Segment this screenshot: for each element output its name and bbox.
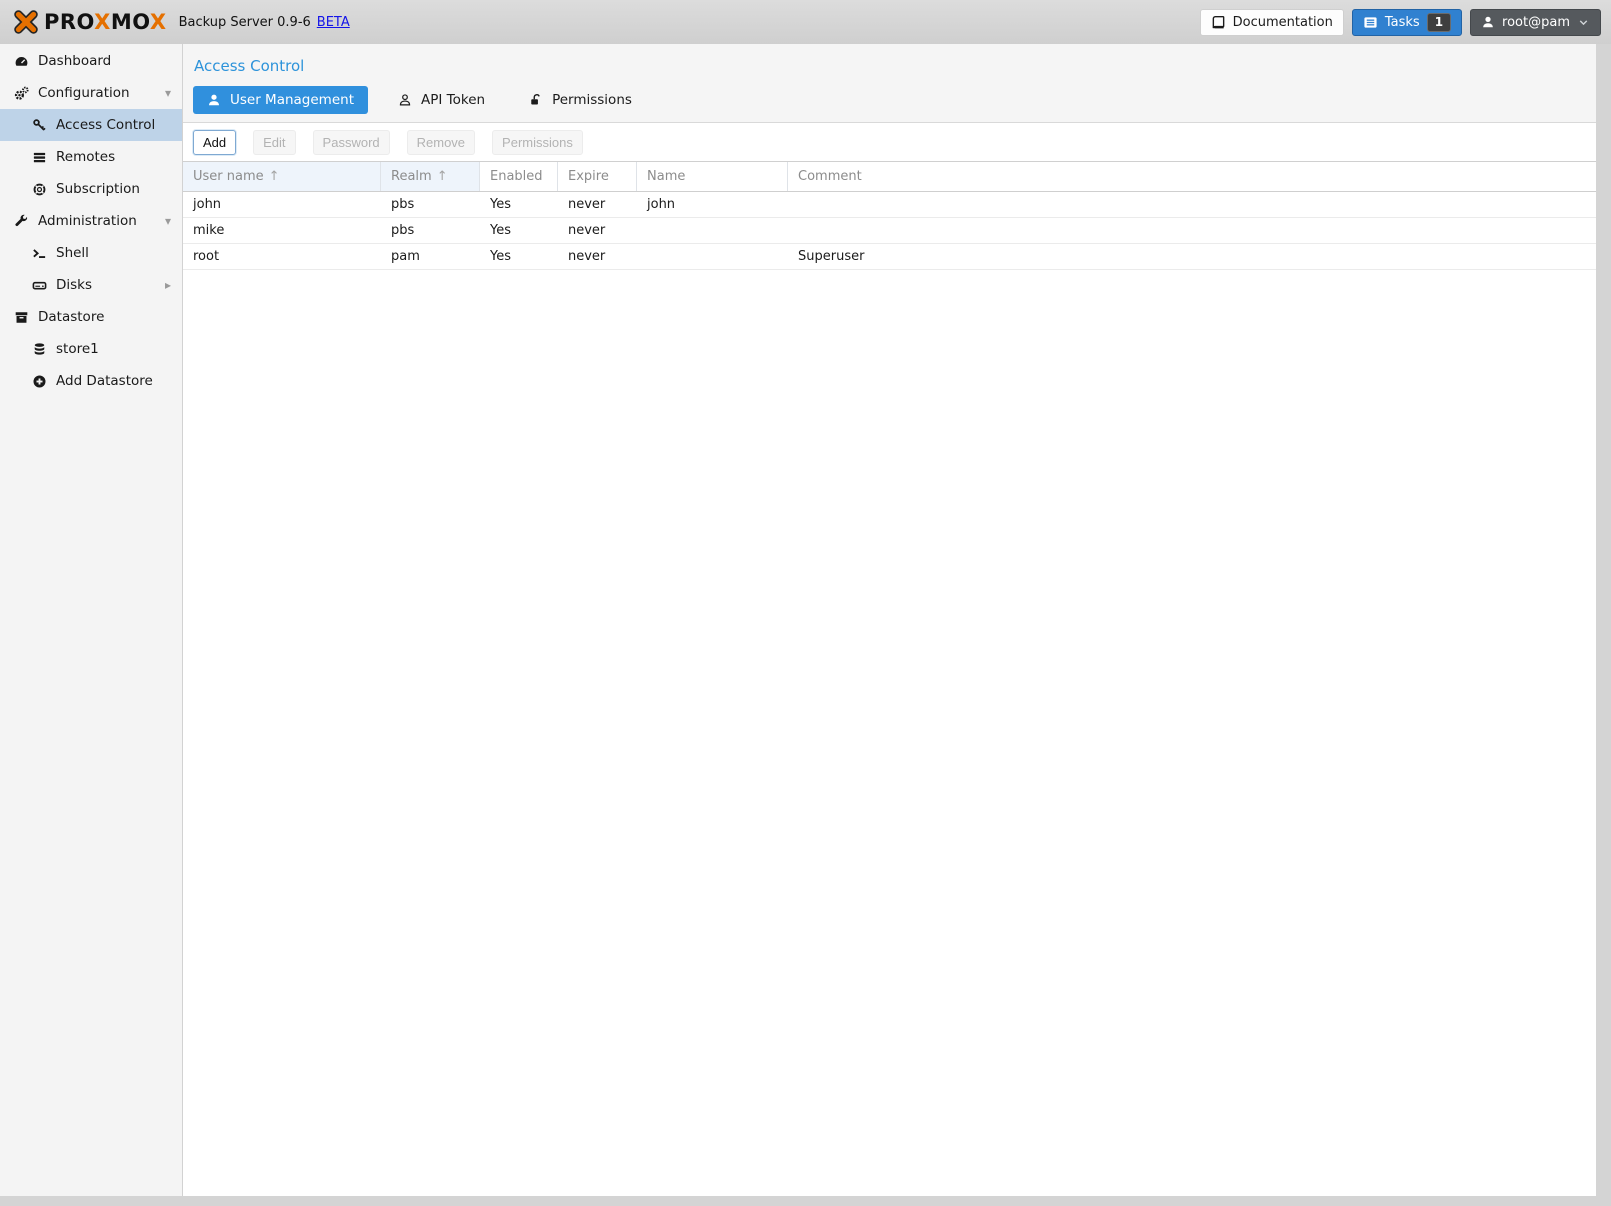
tasks-count-badge: 1 bbox=[1427, 13, 1451, 32]
column-header-comment[interactable]: Comment bbox=[788, 162, 1596, 191]
password-button: Password bbox=[313, 130, 390, 155]
column-header-enabled[interactable]: Enabled bbox=[480, 162, 558, 191]
sidebar-item-datastore[interactable]: Datastore bbox=[0, 301, 182, 333]
sidebar-item-shell[interactable]: Shell bbox=[0, 237, 182, 269]
sidebar-item-label: store1 bbox=[56, 341, 99, 357]
unlock-icon bbox=[529, 93, 543, 107]
tasks-button[interactable]: Tasks 1 bbox=[1352, 9, 1462, 36]
documentation-button[interactable]: Documentation bbox=[1200, 9, 1344, 36]
tab-label: Permissions bbox=[552, 92, 632, 108]
sidebar-item-access-control[interactable]: Access Control bbox=[0, 109, 182, 141]
documentation-label: Documentation bbox=[1233, 15, 1333, 30]
cogs-icon bbox=[11, 86, 31, 101]
user-menu-button[interactable]: root@pam bbox=[1470, 9, 1601, 36]
column-header-name[interactable]: Name bbox=[637, 162, 788, 191]
sort-ascending-icon: ↑ bbox=[437, 169, 448, 184]
sidebar-item-label: Subscription bbox=[56, 181, 140, 197]
sidebar-item-dashboard[interactable]: Dashboard bbox=[0, 45, 182, 77]
sidebar-item-label: Remotes bbox=[56, 149, 115, 165]
panel-header: Access Control User Management bbox=[183, 44, 1596, 123]
tab-bar: User Management API Token bbox=[183, 86, 1596, 122]
tab-api-token[interactable]: API Token bbox=[384, 86, 499, 114]
tab-user-management[interactable]: User Management bbox=[193, 86, 368, 114]
sidebar-item-disks[interactable]: Disks ▸ bbox=[0, 269, 182, 301]
sidebar-item-store1[interactable]: store1 bbox=[0, 333, 182, 365]
table-row-mike[interactable]: mike pbs Yes never bbox=[183, 218, 1596, 244]
sidebar-item-label: Access Control bbox=[56, 117, 155, 133]
table-header-row: User name ↑ Realm ↑ Enabled Expire Name … bbox=[183, 162, 1596, 192]
user-label: root@pam bbox=[1502, 15, 1570, 30]
dashboard-gauge-icon bbox=[11, 54, 31, 69]
page-title: Access Control bbox=[183, 44, 1596, 86]
chevron-down-icon[interactable]: ▾ bbox=[165, 86, 171, 100]
tab-permissions[interactable]: Permissions bbox=[515, 86, 646, 114]
sidebar-item-subscription[interactable]: Subscription bbox=[0, 173, 182, 205]
sidebar: Dashboard Configuration ▾ Access Control bbox=[0, 44, 183, 1196]
chevron-down-icon[interactable]: ▾ bbox=[165, 214, 171, 228]
database-icon bbox=[29, 342, 49, 357]
main-panel: Access Control User Management bbox=[183, 44, 1596, 1196]
grid-toolbar: Add Edit Password Remove Permissions bbox=[183, 123, 1596, 162]
product-version-text: Backup Server 0.9-6 bbox=[179, 15, 311, 30]
column-header-user-name[interactable]: User name ↑ bbox=[183, 162, 381, 191]
edit-button: Edit bbox=[253, 130, 295, 155]
user-outline-icon bbox=[398, 93, 412, 107]
support-ring-icon bbox=[29, 182, 49, 197]
tab-label: API Token bbox=[421, 92, 485, 108]
remove-button: Remove bbox=[407, 130, 475, 155]
plus-circle-icon bbox=[29, 374, 49, 389]
sidebar-item-add-datastore[interactable]: Add Datastore bbox=[0, 365, 182, 397]
column-header-realm[interactable]: Realm ↑ bbox=[381, 162, 480, 191]
sidebar-item-label: Datastore bbox=[38, 309, 104, 325]
chevron-down-icon bbox=[1577, 16, 1590, 29]
proxmox-wordmark: PROXMOX bbox=[44, 12, 167, 33]
user-icon bbox=[1481, 15, 1495, 29]
sidebar-item-label: Disks bbox=[56, 277, 92, 293]
book-icon bbox=[1211, 15, 1226, 30]
sidebar-item-remotes[interactable]: Remotes bbox=[0, 141, 182, 173]
sidebar-item-administration[interactable]: Administration ▾ bbox=[0, 205, 182, 237]
server-list-icon bbox=[29, 150, 49, 165]
table-empty-area bbox=[183, 270, 1596, 1196]
tab-label: User Management bbox=[230, 92, 354, 108]
sidebar-item-label: Shell bbox=[56, 245, 89, 261]
hdd-icon bbox=[29, 278, 49, 293]
sidebar-item-label: Administration bbox=[38, 213, 137, 229]
chevron-right-icon[interactable]: ▸ bbox=[165, 278, 171, 292]
sidebar-item-label: Configuration bbox=[38, 85, 130, 101]
sort-ascending-icon: ↑ bbox=[269, 169, 280, 184]
column-header-expire[interactable]: Expire bbox=[558, 162, 637, 191]
tasks-label: Tasks bbox=[1385, 15, 1420, 30]
user-filled-icon bbox=[207, 93, 221, 107]
table-row-root[interactable]: root pam Yes never Superuser bbox=[183, 244, 1596, 270]
beta-link[interactable]: BETA bbox=[317, 15, 350, 30]
task-list-icon bbox=[1363, 15, 1378, 30]
sidebar-item-label: Add Datastore bbox=[56, 373, 153, 389]
permissions-button: Permissions bbox=[492, 130, 583, 155]
sidebar-item-configuration[interactable]: Configuration ▾ bbox=[0, 77, 182, 109]
wrench-icon bbox=[11, 214, 31, 229]
proxmox-logo: PROXMOX bbox=[10, 6, 167, 38]
top-header-bar: PROXMOX Backup Server 0.9-6 BETA Documen… bbox=[0, 0, 1611, 44]
table-row-john[interactable]: john pbs Yes never john bbox=[183, 192, 1596, 218]
terminal-icon bbox=[29, 246, 49, 261]
archive-box-icon bbox=[11, 310, 31, 325]
key-icon bbox=[29, 118, 49, 133]
add-button[interactable]: Add bbox=[193, 130, 236, 155]
sidebar-item-label: Dashboard bbox=[38, 53, 111, 69]
proxmox-x-logo-icon bbox=[10, 6, 42, 38]
